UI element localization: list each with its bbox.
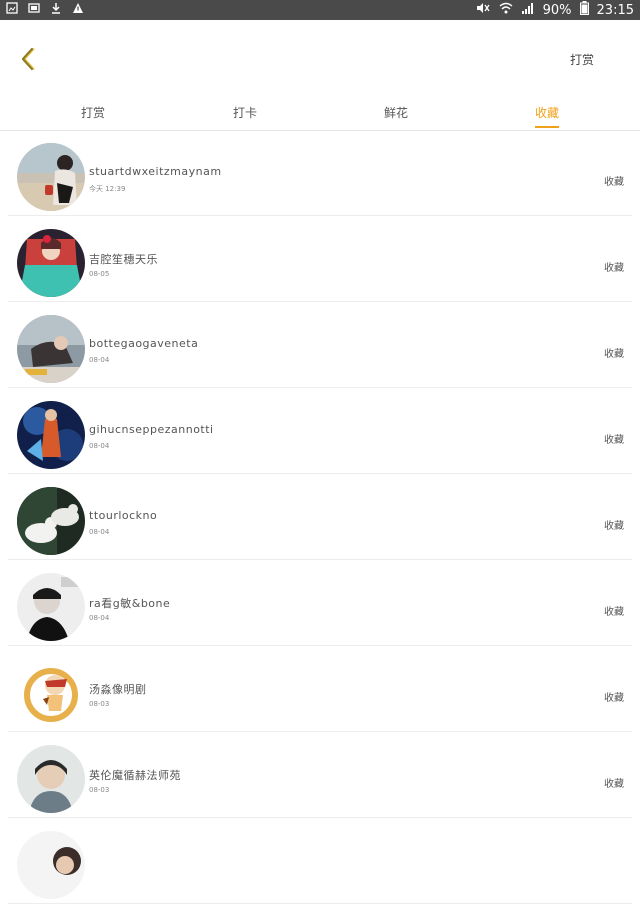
avatar [17,745,85,813]
signal-icon [521,1,535,19]
timestamp: 08-04 [89,614,110,622]
timestamp: 08-03 [89,786,110,794]
avatar [17,143,85,211]
favorite-button[interactable]: 收藏 [604,689,624,704]
wifi-icon [499,1,513,19]
favorite-button[interactable]: 收藏 [604,173,624,188]
tab-checkin[interactable]: 打卡 [233,104,257,121]
timestamp: 08-03 [89,700,110,708]
battery-percent: 90% [542,2,572,18]
timestamp: 今天 12:39 [89,185,126,193]
avatar [17,315,85,383]
favorite-button[interactable]: 收藏 [604,775,624,790]
battery-icon [579,1,589,19]
user-name: ra看g敏&bone [89,597,171,610]
timestamp: 08-04 [89,442,110,450]
list-item[interactable]: 吉腔笙穗天乐 08-05 收藏 [8,216,632,302]
favorite-button[interactable]: 收藏 [604,603,624,618]
list-item[interactable]: 汤淼像明剧 08-03 收藏 [8,646,632,732]
status-bar: 90% 23:15 [0,0,640,20]
user-name: 汤淼像明剧 [89,683,147,696]
image-notification-icon [6,2,18,14]
tab-reward[interactable]: 打赏 [81,104,105,121]
favorite-button[interactable]: 收藏 [604,431,624,446]
avatar [17,229,85,297]
user-name: bottegaogaveneta [89,337,199,350]
top-bar: 打赏 [0,20,640,96]
timestamp: 08-04 [89,356,110,364]
reward-button[interactable]: 打赏 [570,51,594,68]
list-item[interactable]: ttourlockno 08-04 收藏 [8,474,632,560]
back-chevron-icon[interactable] [16,46,42,72]
download-icon [50,2,62,14]
favorite-button[interactable]: 收藏 [604,259,624,274]
sim-notification-icon [28,2,40,14]
warning-icon [72,2,84,14]
avatar [17,831,85,899]
timestamp: 08-05 [89,270,110,278]
list-item[interactable]: ra看g敏&bone 08-04 收藏 [8,560,632,646]
user-name: stuartdwxeitzmaynam [89,165,222,178]
user-name: ttourlockno [89,509,158,522]
status-right: 90% 23:15 [475,1,634,19]
avatar [17,659,85,727]
user-name: gihucnseppezannotti [89,423,214,436]
list-item[interactable]: 英伦魔循赫法师苑 08-03 收藏 [8,732,632,818]
favorite-button[interactable]: 收藏 [604,517,624,532]
tab-flowers[interactable]: 鲜花 [384,104,408,121]
list-item[interactable]: gihucnseppezannotti 08-04 收藏 [8,388,632,474]
avatar [17,487,85,555]
avatar [17,401,85,469]
favorite-button[interactable]: 收藏 [604,345,624,360]
user-name: 吉腔笙穗天乐 [89,253,158,266]
active-tab-indicator [535,126,559,128]
user-list: stuartdwxeitzmaynam 今天 12:39 收藏 吉腔笙穗天乐 0… [8,130,632,904]
list-item[interactable] [8,818,632,904]
list-item[interactable]: stuartdwxeitzmaynam 今天 12:39 收藏 [8,130,632,216]
tab-favorites[interactable]: 收藏 [535,104,559,121]
clock: 23:15 [596,2,634,18]
timestamp: 08-04 [89,528,110,536]
tab-bar: 打赏 打卡 鲜花 收藏 [0,96,640,131]
status-left-icons [6,2,84,14]
user-name: 英伦魔循赫法师苑 [89,769,181,782]
mute-icon [475,1,491,19]
list-item[interactable]: bottegaogaveneta 08-04 收藏 [8,302,632,388]
avatar [17,573,85,641]
